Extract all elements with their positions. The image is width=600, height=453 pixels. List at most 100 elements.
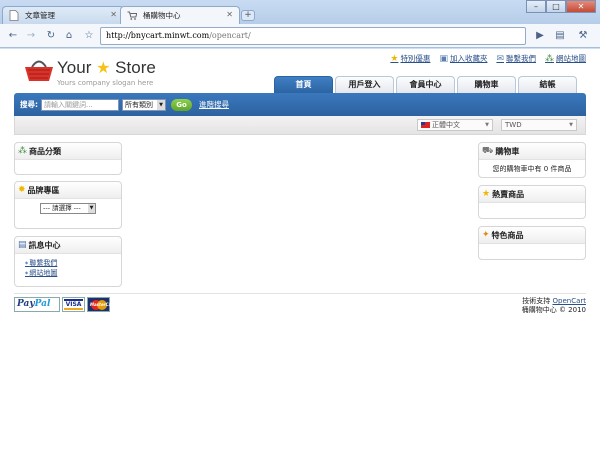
browser-tabstrip: 文章管理 ✕ 桶購物中心 ✕ + – □ ✕ [0, 0, 600, 24]
wrench-icon[interactable]: ⚒ [576, 29, 590, 43]
page-menu-icon[interactable]: ▤ [553, 29, 567, 43]
link-label: 網站地圖 [556, 54, 586, 63]
star-icon: ★ [96, 60, 111, 77]
currency-select[interactable]: TWD ▼ [501, 119, 577, 131]
home-icon[interactable]: ⌂ [62, 29, 76, 43]
paypal-logo: PayPal [14, 297, 60, 312]
search-input[interactable]: 請輸入關鍵詞... [41, 98, 119, 111]
featured-box: ✦ 特色商品 [478, 226, 586, 260]
logo-your: Your [57, 58, 92, 77]
minimize-button[interactable]: – [526, 0, 546, 13]
mastercard-logo: MasterCard [87, 297, 116, 312]
opencart-link[interactable]: OpenCart [553, 297, 587, 305]
tab-title: 文章管理 [25, 11, 55, 20]
box-title: 購物車 [495, 146, 520, 156]
cart-icon [127, 11, 137, 20]
language-value: 正體中文 [432, 121, 460, 129]
categories-box: ⁂ 商品分類 [14, 142, 122, 175]
link-label: 加入收藏夾 [449, 54, 488, 63]
info-links: 聯繫我們 網站地圖 [21, 258, 115, 278]
go-button[interactable]: Go [171, 98, 192, 111]
bookmark-icon: ▣ [439, 53, 448, 64]
box-header: ✦ 特色商品 [479, 227, 585, 244]
search-label: 搜尋: [20, 100, 38, 109]
link-contact[interactable]: ✉ 聯繫我們 [496, 53, 536, 64]
main-nav: 首頁 用戶登入 會員中心 購物車 結帳 [274, 76, 577, 93]
logo-store: Store [115, 58, 156, 77]
book-icon: ▤ [18, 240, 27, 250]
tab-checkout[interactable]: 結帳 [518, 76, 577, 93]
info-box: ▤訊息中心 聯繫我們 網站地圖 [14, 236, 122, 287]
tab-account[interactable]: 會員中心 [396, 76, 455, 93]
box-header: ✸ 品牌專區 [15, 182, 121, 199]
go-arrow-icon[interactable]: ▶ [533, 29, 547, 43]
advanced-search-link[interactable]: 進階搜尋 [199, 99, 229, 110]
bookmark-star-icon[interactable]: ☆ [82, 29, 96, 43]
reload-icon[interactable]: ↻ [44, 29, 58, 43]
tab-login[interactable]: 用戶登入 [335, 76, 394, 93]
footer-credit: 技術支持 OpenCart 桶購物中心 © 2010 [522, 297, 586, 315]
brand-box: ✸ 品牌專區 --- 請選擇 --- ▼ [14, 181, 122, 229]
tab-home[interactable]: 首頁 [274, 76, 333, 93]
close-icon[interactable]: ✕ [226, 10, 233, 19]
bestseller-box: ★ 熱賣商品 [478, 185, 586, 219]
box-title: 特色商品 [491, 230, 524, 240]
paypal-pal: Pal [34, 299, 51, 309]
footer-divider [14, 293, 586, 294]
browser-tab-shop[interactable]: 桶購物中心 ✕ [120, 6, 240, 24]
link-bookmark[interactable]: ▣ 加入收藏夾 [439, 53, 487, 64]
box-header: ▤ 訊息中心 [15, 237, 121, 254]
box-header: ⁂ 商品分類 [15, 143, 121, 160]
address-bar[interactable]: http://bnycart.minwt.com/opencart/ [100, 27, 526, 45]
link-specials[interactable]: ★ 特別優惠 [390, 53, 430, 64]
category-select[interactable]: 所有類別 ▼ [122, 98, 166, 111]
close-window-button[interactable]: ✕ [566, 0, 596, 13]
cart-summary: 您的購物車中有 0 件商品 [492, 165, 572, 173]
page-icon [9, 10, 19, 21]
sitemap-icon: ⁂ [545, 53, 554, 64]
flag-icon [421, 122, 430, 128]
copyright: 桶購物中心 © 2010 [521, 306, 586, 314]
box-body: 聯繫我們 網站地圖 [15, 254, 121, 282]
chevron-down-icon: ▼ [485, 122, 489, 128]
star-icon: ★ [482, 189, 491, 199]
chevron-down-icon: ▼ [88, 204, 95, 213]
sun-icon: ✸ [18, 185, 26, 195]
maximize-button[interactable]: □ [546, 0, 566, 13]
brand-select-value: --- 請選擇 --- [43, 204, 81, 212]
brand-select[interactable]: --- 請選擇 --- ▼ [40, 203, 96, 214]
url-path: /opencart/ [209, 31, 251, 40]
browser-tab-article-admin[interactable]: 文章管理 ✕ [2, 6, 124, 24]
sitemap-icon: ⁂ [18, 146, 27, 156]
box-header: ★ 熱賣商品 [479, 186, 585, 203]
logo-wordmark: Your ★ Store [57, 58, 156, 78]
new-tab-button[interactable]: + [241, 10, 255, 21]
forward-icon[interactable]: → [24, 29, 38, 43]
box-title: 品牌專區 [27, 185, 60, 195]
cart-box: ⛟ 購物車 您的購物車中有 0 件商品 [478, 142, 586, 178]
link-label: 特別優惠 [400, 54, 431, 63]
box-title: 商品分類 [29, 146, 61, 156]
box-body: 您的購物車中有 0 件商品 [479, 160, 585, 178]
link-site-map[interactable]: 網站地圖 [25, 268, 115, 278]
box-title: 訊息中心 [28, 240, 61, 250]
search-bar: 搜尋: 請輸入關鍵詞... 所有類別 ▼ Go 進階搜尋 [14, 93, 586, 116]
mail-icon: ✉ [496, 53, 504, 64]
cart-icon: ⛟ [482, 145, 494, 156]
box-header: ⛟ 購物車 [479, 143, 585, 160]
box-title: 熱賣商品 [492, 189, 525, 199]
currency-value: TWD [505, 121, 522, 129]
language-select[interactable]: 正體中文 ▼ [417, 119, 493, 131]
browser-toolbar: ← → ↻ ⌂ ☆ http://bnycart.minwt.com/openc… [0, 24, 600, 48]
box-body: --- 請選擇 --- ▼ [15, 199, 121, 218]
link-contact-us[interactable]: 聯繫我們 [25, 258, 115, 268]
url-host: http://bnycart.minwt.com [106, 31, 210, 40]
back-icon[interactable]: ← [6, 29, 20, 43]
tab-title: 桶購物中心 [143, 11, 181, 20]
tab-cart[interactable]: 購物車 [457, 76, 516, 93]
visa-logo: VISA [62, 297, 85, 312]
basket-icon [25, 60, 53, 81]
web-page: Your ★ Store Yours company slogan here ★… [0, 49, 600, 453]
close-icon[interactable]: ✕ [110, 10, 117, 19]
link-sitemap[interactable]: ⁂ 網站地圖 [545, 53, 586, 64]
